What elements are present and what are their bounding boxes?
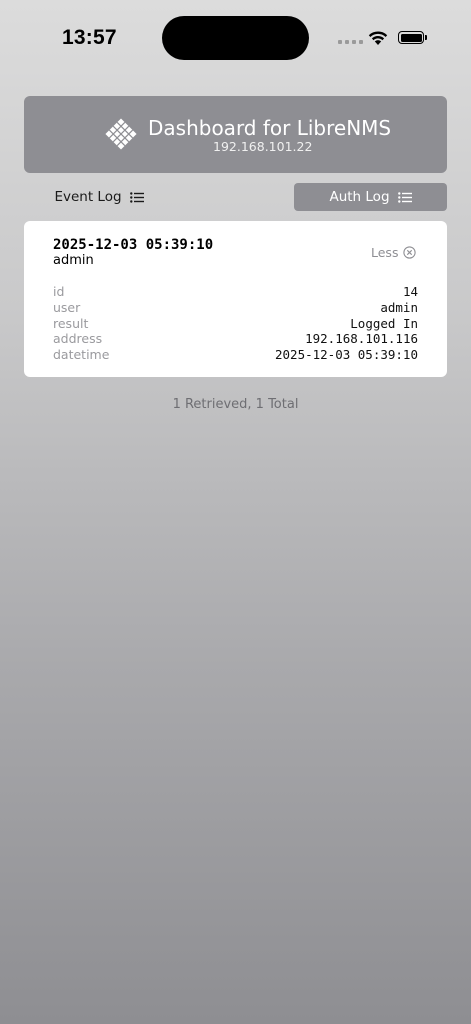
dynamic-island bbox=[162, 16, 309, 60]
entry-datetime-heading: 2025-12-03 05:39:10 bbox=[53, 237, 214, 253]
results-summary: 1 Retrieved, 1 Total bbox=[172, 397, 299, 412]
detail-value: Logged In bbox=[350, 315, 418, 331]
tab-event-log-label: Event Log bbox=[54, 189, 122, 205]
close-circle-icon bbox=[403, 246, 417, 259]
battery-icon bbox=[398, 31, 427, 44]
tab-auth-log-label: Auth Log bbox=[329, 189, 390, 205]
detail-value: 14 bbox=[402, 284, 418, 299]
cellular-signal-icon bbox=[338, 40, 363, 44]
detail-row-id: id 14 bbox=[53, 284, 418, 300]
detail-row-datetime: datetime 2025-12-03 05:39:10 bbox=[53, 347, 418, 363]
detail-key: datetime bbox=[53, 347, 110, 363]
detail-value: 192.168.101.116 bbox=[305, 331, 418, 347]
tab-event-log[interactable]: Event Log bbox=[24, 183, 174, 211]
detail-value: admin bbox=[380, 299, 418, 315]
status-bar: 13:57 bbox=[0, 0, 471, 80]
detail-key: address bbox=[53, 331, 103, 347]
entry-user-heading: admin bbox=[53, 253, 94, 268]
detail-key: id bbox=[53, 284, 65, 299]
detail-row-user: user admin bbox=[53, 300, 418, 316]
less-toggle-button[interactable]: Less bbox=[371, 245, 417, 260]
list-icon bbox=[397, 191, 412, 203]
detail-row-result: result Logged In bbox=[53, 316, 418, 332]
detail-key: user bbox=[53, 299, 81, 315]
server-address: 192.168.101.22 bbox=[213, 139, 313, 154]
wifi-icon bbox=[368, 31, 388, 45]
list-icon bbox=[129, 191, 144, 203]
detail-value: 2025-12-03 05:39:10 bbox=[275, 347, 418, 363]
page-title: Dashboard for LibreNMS bbox=[148, 116, 392, 140]
tab-auth-log[interactable]: Auth Log bbox=[294, 183, 447, 211]
detail-row-address: address 192.168.101.116 bbox=[53, 331, 418, 347]
detail-key: result bbox=[53, 315, 89, 331]
clock: 13:57 bbox=[62, 26, 117, 49]
librenms-logo bbox=[105, 118, 137, 150]
less-toggle-label: Less bbox=[371, 245, 399, 260]
entry-details: id 14 user admin result Logged In addres… bbox=[53, 284, 418, 363]
